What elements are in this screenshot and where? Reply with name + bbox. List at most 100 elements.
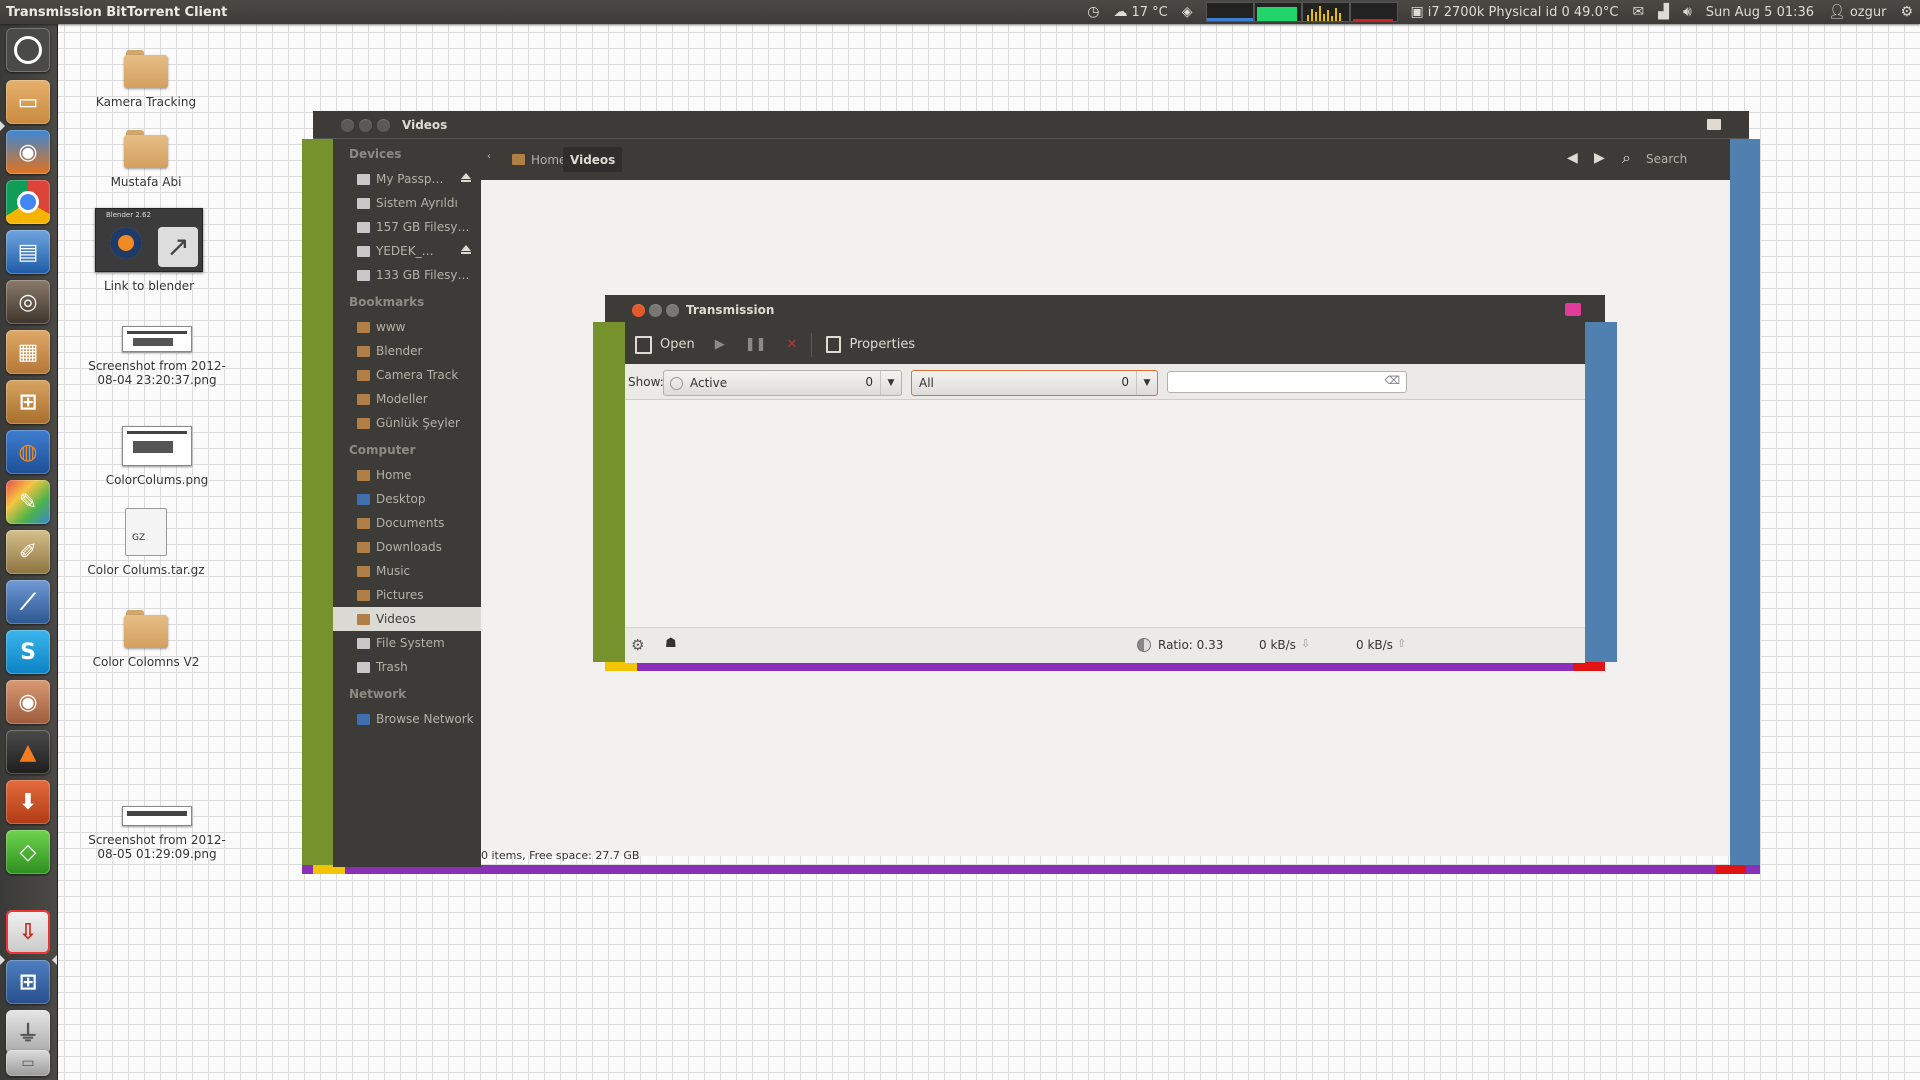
envelope-icon: ✉ [1632, 4, 1645, 20]
transmission-status-bar: ⚙ ☗ Ratio: 0.33 0 kB/s ⇩ 0 kB/s ⇧ [625, 627, 1585, 663]
sidebar-item-device[interactable]: 157 GB Filesy… [333, 215, 481, 239]
sidebar-item-bookmark[interactable]: Modeller [333, 387, 481, 411]
datetime-indicator[interactable]: Sun Aug 5 01:36 [1699, 0, 1821, 24]
workspace-switcher[interactable]: ⊞ [6, 960, 50, 1004]
network-status-indicator[interactable]: ◈ [1175, 0, 1200, 24]
sidebar-item-downloads[interactable]: Downloads [333, 535, 481, 559]
sidebar-item-browse-network[interactable]: Browse Network [333, 707, 481, 731]
sidebar-item-home[interactable]: Home [333, 463, 481, 487]
desktop-icon-screenshot-2[interactable]: Screenshot from 2012-08-05 01:29:09.png [87, 806, 227, 861]
sidebar-item-documents[interactable]: Documents [333, 511, 481, 535]
system-monitor-indicator[interactable] [1200, 0, 1404, 24]
sound-indicator[interactable]: 🔊︎ [1676, 0, 1699, 24]
open-button[interactable]: Open [625, 325, 705, 364]
sidebar-item-device[interactable]: Sistem Ayrıldı [333, 191, 481, 215]
sidebar-item-desktop[interactable]: Desktop [333, 487, 481, 511]
desktop-icon-colorcolums-png[interactable]: ColorColums.png [87, 426, 227, 487]
sidebar-item-device[interactable]: 133 GB Filesy… [333, 263, 481, 287]
desktop-icon-label: ColorColums.png [105, 473, 209, 487]
back-icon[interactable]: ◀ [1567, 150, 1578, 166]
maximize-button[interactable] [666, 304, 679, 317]
eject-icon[interactable] [461, 245, 471, 254]
window-menu-icon[interactable] [1707, 119, 1721, 130]
clear-search-icon[interactable]: ⌫ [1384, 374, 1400, 387]
search-icon[interactable]: ⌕ [1622, 148, 1631, 168]
sidebar-item-bookmark[interactable]: Günlük Şeyler [333, 411, 481, 435]
mypaint-launcher[interactable]: ⟋ [6, 580, 50, 624]
sidebar-item-pictures[interactable]: Pictures [333, 583, 481, 607]
sidebar-item-device[interactable]: My Passp… [333, 167, 481, 191]
desktop-icon-screenshot-1[interactable]: Screenshot from 2012-08-04 23:20:37.png [87, 326, 227, 387]
torrent-list[interactable] [625, 400, 1585, 627]
sidebar-item-music[interactable]: Music [333, 559, 481, 583]
chrome-launcher[interactable] [6, 180, 50, 224]
close-button[interactable] [632, 304, 645, 317]
minimize-button[interactable] [359, 119, 372, 132]
launcher: ▭ ◉ ▤ ◎ ▦ ⊞ ◍ ✎ ✐ ⟋ S ◉ ▲ ⬇ ◇ ⇩ ⊞ ⏚ ▭ [0, 24, 58, 1080]
eye-app-launcher[interactable]: ◉ [6, 680, 50, 724]
download-launcher[interactable]: ⬇ [6, 780, 50, 824]
software-center-launcher[interactable]: ⊞ [6, 380, 50, 424]
inkscape-launcher[interactable]: ✐ [6, 530, 50, 574]
desktop-icon-color-colomns-v2[interactable]: Color Colomns V2 [76, 608, 216, 669]
torrent-search-input[interactable]: ⌫ [1167, 371, 1407, 393]
gimp-launcher[interactable]: ✎ [6, 480, 50, 524]
forward-icon[interactable]: ▶ [1594, 150, 1605, 166]
mail-indicator[interactable]: ✉ [1625, 0, 1651, 24]
tracker-filter-combo[interactable]: All 0 ▼ [911, 370, 1158, 396]
sidebar-item-device[interactable]: YEDEK_… [333, 239, 481, 263]
drive-launcher[interactable]: ▭ [6, 1050, 50, 1076]
writer-launcher[interactable]: ▤ [6, 230, 50, 274]
user-icon: 👤︎ [1828, 4, 1846, 20]
desktop-icon-colorcolums-tar-gz[interactable]: GZ Color Colums.tar.gz [76, 508, 216, 577]
ratio-icon[interactable] [1137, 638, 1151, 652]
firefox-launcher[interactable]: ◉ [6, 130, 50, 174]
sidebar-item-bookmark[interactable]: www [333, 315, 481, 339]
settings-gear-icon[interactable]: ⚙ [631, 636, 644, 654]
dash-home-button[interactable] [6, 28, 50, 72]
usb-drive-launcher[interactable]: ⏚ [6, 1010, 50, 1054]
window-menu-icon[interactable] [1565, 303, 1581, 316]
clock-indicator[interactable]: ◷ [1080, 0, 1106, 24]
sidebar-item-bookmark[interactable]: Blender [333, 339, 481, 363]
user-indicator[interactable]: 👤︎ ozgur [1821, 0, 1893, 24]
network-indicator[interactable]: ▟ [1651, 0, 1676, 24]
pause-button[interactable]: ❚❚ [735, 325, 777, 364]
breadcrumb-left-arrow-icon[interactable]: ‹ [487, 151, 491, 162]
remove-button[interactable]: ✕ [777, 325, 808, 364]
skype-launcher[interactable]: S [6, 630, 50, 674]
transmission-launcher[interactable]: ⇩ [6, 910, 50, 954]
weather-indicator[interactable]: ☁ 17 °C [1106, 0, 1174, 24]
close-button[interactable] [341, 119, 354, 132]
documents-folder-icon [357, 517, 370, 529]
blender-launcher[interactable]: ◍ [6, 430, 50, 474]
sidebar-item-videos[interactable]: Videos [333, 607, 481, 631]
properties-button[interactable]: Properties [816, 325, 925, 364]
desktop-icon-mustafa-abi[interactable]: Mustafa Abi [76, 128, 216, 189]
desktop-icon-kamera-tracking[interactable]: Kamera Tracking [76, 48, 216, 109]
search-label[interactable]: Search [1646, 152, 1687, 166]
speaker-app-launcher[interactable]: ◎ [6, 280, 50, 324]
start-button[interactable]: ▶ [705, 325, 735, 364]
sidebar-item-bookmark[interactable]: Camera Track [333, 363, 481, 387]
package-installer-launcher[interactable]: ▦ [6, 330, 50, 374]
files-launcher[interactable]: ▭ [6, 80, 50, 124]
transmission-titlebar[interactable]: Transmission [605, 295, 1605, 325]
nautilus-titlebar[interactable]: Videos [313, 111, 1749, 139]
bottom-red-segment [1716, 865, 1746, 874]
sidebar-item-file-system[interactable]: File System [333, 631, 481, 655]
desktop-icon-link-to-blender[interactable]: Blender 2.62 ↗ Link to blender [79, 208, 219, 293]
activity-filter-combo[interactable]: Active 0 ▼ [663, 370, 902, 396]
turtle-icon[interactable]: ☗ [665, 636, 677, 651]
minimize-button[interactable] [649, 304, 662, 317]
gem-app-launcher[interactable]: ◇ [6, 830, 50, 874]
sidebar-item-trash[interactable]: Trash [333, 655, 481, 679]
desktop-icon-label: Color Colomns V2 [92, 655, 200, 669]
maximize-button[interactable] [377, 119, 390, 132]
eject-icon[interactable] [461, 173, 471, 182]
session-indicator[interactable]: ⚙ [1893, 0, 1920, 24]
chevron-down-icon: ▼ [880, 371, 901, 395]
breadcrumb-current[interactable]: Videos [563, 147, 623, 172]
temperature-indicator[interactable]: ▣ i7 2700k Physical id 0 49.0°C [1404, 0, 1626, 24]
vlc-launcher[interactable]: ▲ [6, 730, 50, 774]
